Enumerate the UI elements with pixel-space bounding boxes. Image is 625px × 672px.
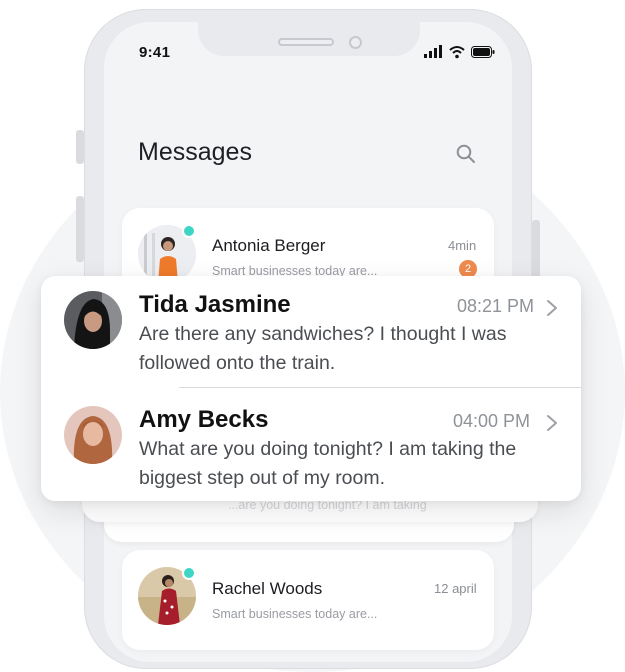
wifi-icon: [449, 46, 465, 59]
chevron-right-icon: [547, 300, 557, 316]
battery-icon: [471, 46, 495, 58]
message-time: 08:21 PM: [457, 296, 535, 316]
conversation-row-amy[interactable]: Amy Becks 04:00 PM What are you doing to…: [41, 388, 581, 501]
mute-switch: [76, 130, 84, 164]
status-time: 9:41: [139, 44, 171, 61]
conversation-row-tida[interactable]: Tida Jasmine 08:21 PM Are there any sand…: [41, 276, 581, 387]
status-icons: [424, 45, 495, 59]
message-time: 4min: [448, 238, 477, 253]
message-time: 04:00 PM: [453, 411, 531, 431]
camera-icon: [349, 36, 362, 49]
message-preview: Smart businesses today are...: [212, 607, 378, 621]
avatar: [64, 291, 122, 349]
contact-name: Rachel Woods: [212, 579, 323, 598]
volume-up-button: [76, 196, 84, 262]
message-text: Are there any sandwiches? I thought I wa…: [139, 323, 507, 374]
contact-name: Antonia Berger: [212, 236, 326, 255]
page-title: Messages: [138, 138, 252, 166]
online-status-dot: [182, 566, 196, 580]
chevron-right-icon: [547, 415, 557, 431]
search-icon[interactable]: [456, 144, 476, 164]
message-text: What are you doing tonight? I am taking …: [139, 438, 517, 489]
contact-name: Tida Jasmine: [139, 291, 291, 318]
message-time: 12 april: [434, 581, 477, 596]
signal-icon: [424, 45, 442, 58]
online-status-dot: [182, 224, 196, 238]
contact-name: Amy Becks: [139, 406, 269, 433]
speaker-icon: [278, 38, 334, 46]
conversation-card-rachel[interactable]: Rachel Woods 12 april Smart businesses t…: [122, 550, 494, 650]
avatar: [64, 406, 122, 464]
message-preview-popup: Tida Jasmine 08:21 PM Are there any sand…: [41, 276, 581, 501]
